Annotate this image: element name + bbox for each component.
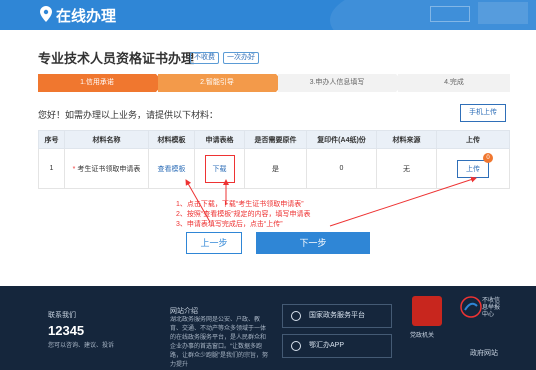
step-1: 1.信用承诺 xyxy=(38,74,156,92)
page-title: 专业技术人员资格证书办理 xyxy=(38,51,195,66)
material-name: 考生证书领取申请表 xyxy=(77,165,141,173)
cell-name: * 考生证书领取申请表 xyxy=(64,148,149,189)
upload-button[interactable]: 上传 0 xyxy=(457,152,493,178)
col-header-form: 申请表格 xyxy=(194,130,245,149)
col-header-original: 是否需要原件 xyxy=(244,130,307,149)
location-pin-icon xyxy=(40,6,52,22)
cell-template: 查看模板 xyxy=(148,148,195,189)
cell-form: 下载 xyxy=(194,148,245,189)
party-label: 党政机关 xyxy=(410,333,435,339)
globe-icon xyxy=(291,311,301,321)
contact-subtitle: 您可以咨询、建议、投诉 xyxy=(48,343,115,349)
instruction-annotation: 1、点击下载，下载“考生证书领取申请表” 2、按照“查看模板”规定的内容，填写申… xyxy=(176,200,311,230)
banner-decoration xyxy=(430,6,470,22)
col-header-template: 材料模板 xyxy=(148,130,195,149)
upload-label: 上传 xyxy=(466,165,480,173)
cell-copies: 0 xyxy=(306,148,377,189)
col-header-source: 材料来源 xyxy=(376,130,437,149)
phone-app-icon xyxy=(291,341,301,351)
step-2: 2.智能引导 xyxy=(158,74,276,92)
col-header-copies: 复印件(A4纸)份 xyxy=(306,130,377,149)
banner-decoration xyxy=(478,2,528,24)
step-3: 3.申办人信息填写 xyxy=(278,74,396,92)
table-header-row: 序号 材料名称 材料模板 申请表格 是否需要原件 复印件(A4纸)份 材料来源 … xyxy=(38,130,510,149)
view-template-link[interactable]: 查看模板 xyxy=(158,166,186,173)
materials-table: 序号 材料名称 材料模板 申请表格 是否需要原件 复印件(A4纸)份 材料来源 … xyxy=(38,130,510,189)
cell-source: 无 xyxy=(376,148,437,189)
tag-free: 不收费 xyxy=(190,52,219,64)
intro-title: 网站介绍 xyxy=(170,308,198,315)
contact-title: 联系我们 xyxy=(48,312,76,319)
col-header-name: 材料名称 xyxy=(64,130,149,149)
report-center-label: 不收信 息举报 中心 xyxy=(482,298,500,319)
tag-one-visit: 一次办好 xyxy=(223,52,259,64)
banner-title: 在线办理 xyxy=(56,8,117,25)
report-center-line-3: 中心 xyxy=(482,312,495,318)
intro-text: 湖北政务服务网是公安、户政、教育、交通、不动产等众多领域于一体的在线政务服务平台… xyxy=(170,317,268,368)
cell-no: 1 xyxy=(38,148,65,189)
report-center-line-1: 不收信 xyxy=(482,298,501,304)
upload-count-badge: 0 xyxy=(483,152,493,163)
hotline-number: 12345 xyxy=(48,323,85,338)
step-4: 4.完成 xyxy=(398,74,510,92)
top-banner: 在线办理 xyxy=(0,0,536,30)
gov-site-label: 政府网站 xyxy=(470,350,498,357)
mobile-upload-button[interactable]: 手机上传 xyxy=(460,104,506,122)
download-link[interactable]: 下载 xyxy=(204,154,235,183)
instruction-line-1: 1、点击下载，下载“考生证书领取申请表” xyxy=(176,201,304,208)
materials-hint: 您好！如需办理以上业务，请提供以下材料： xyxy=(38,110,219,120)
cell-original: 是 xyxy=(244,148,307,189)
report-center-line-2: 息举报 xyxy=(482,305,501,311)
cell-upload: 上传 0 xyxy=(436,148,510,189)
site-footer: 联系我们 12345 您可以咨询、建议、投诉 网站介绍 湖北政务服务网是公安、户… xyxy=(0,286,536,370)
national-platform-link[interactable]: 国家政务服务平台 xyxy=(282,304,392,328)
required-mark: * xyxy=(72,165,76,173)
col-header-no: 序号 xyxy=(38,130,65,149)
instruction-line-3: 3、申请表填写完成后，点击“上传” xyxy=(176,221,283,228)
next-step-button[interactable]: 下一步 xyxy=(256,232,370,254)
prev-step-button[interactable]: 上一步 xyxy=(186,232,242,254)
national-platform-label: 国家政务服务平台 xyxy=(309,312,365,319)
col-header-upload: 上传 xyxy=(436,130,510,149)
instruction-line-2: 2、按照“查看模板”规定的内容，填写申请表 xyxy=(176,211,311,218)
report-center-icon[interactable] xyxy=(460,296,482,318)
progress-steps: 1.信用承诺 2.智能引导 3.申办人信息填写 4.完成 xyxy=(38,74,510,92)
table-row: 1 * 考生证书领取申请表 查看模板 下载 是 0 无 上传 0 xyxy=(38,148,510,189)
party-emblem-icon[interactable] xyxy=(412,296,442,326)
app-link-label: 鄂汇办APP xyxy=(309,342,345,349)
app-link[interactable]: 鄂汇办APP xyxy=(282,334,392,358)
